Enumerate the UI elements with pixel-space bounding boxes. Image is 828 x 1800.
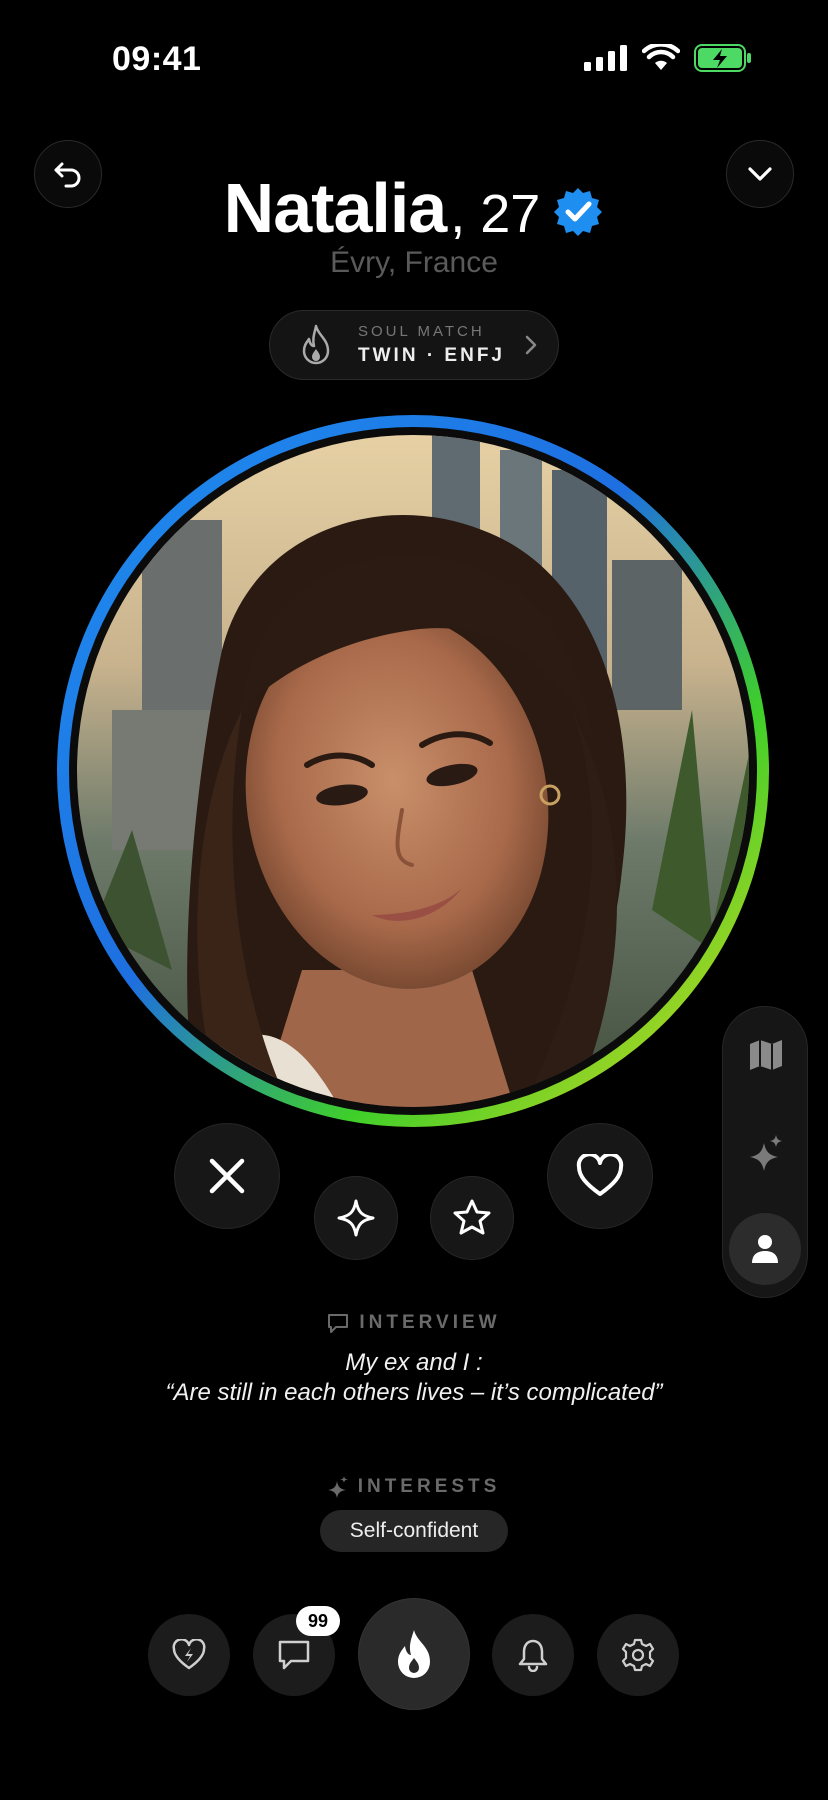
view-switcher (722, 1006, 808, 1298)
chat-icon (278, 1640, 310, 1670)
interview-section-label: INTERVIEW (0, 1312, 828, 1334)
interview-answer: “Are still in each others lives – it’s c… (165, 1379, 663, 1406)
map-view-button[interactable] (723, 1039, 809, 1071)
nav-discover-button[interactable] (358, 1598, 470, 1710)
soul-match-value: TWIN · ENFJ (358, 345, 505, 366)
sparkle-icon (337, 1199, 375, 1237)
pass-button[interactable] (174, 1123, 280, 1229)
profile-photo[interactable] (52, 410, 774, 1132)
profile-name: Natalia (223, 169, 448, 247)
verified-badge-icon (554, 188, 603, 236)
interview-label: INTERVIEW (359, 1312, 501, 1333)
signal-icon (584, 45, 627, 71)
profile-view-button[interactable] (729, 1213, 801, 1285)
interview-prompt: My ex and I : (345, 1349, 483, 1376)
heart-icon (576, 1154, 624, 1196)
star-icon (453, 1199, 491, 1235)
nav-settings-button[interactable] (597, 1614, 679, 1696)
super-like-button[interactable] (430, 1176, 514, 1260)
messages-badge: 99 (296, 1606, 340, 1636)
nav-notifications-button[interactable] (492, 1614, 574, 1696)
chevron-right-icon (525, 335, 537, 355)
wifi-icon (642, 44, 680, 70)
bell-icon (518, 1639, 548, 1672)
super-spark-button[interactable] (314, 1176, 398, 1260)
close-icon (209, 1158, 245, 1194)
sparkles-view-button[interactable] (723, 1135, 809, 1171)
interests-section-label: INTERESTS (0, 1476, 828, 1498)
status-icons (584, 44, 752, 72)
heart-bolt-icon (172, 1639, 206, 1670)
person-icon (752, 1235, 778, 1263)
interests-label: INTERESTS (357, 1476, 501, 1497)
sparkles-small-icon (327, 1476, 348, 1498)
soul-match-label: SOUL MATCH (358, 323, 485, 340)
like-button[interactable] (547, 1123, 653, 1229)
gear-icon (621, 1638, 655, 1672)
sparkles-icon (750, 1135, 782, 1171)
profile-location: Évry, France (330, 246, 498, 279)
profile-header: Natalia , 27 (0, 168, 828, 248)
flame-icon (398, 1630, 430, 1678)
interest-chip[interactable]: Self-confident (320, 1510, 508, 1552)
status-time: 09:41 (112, 40, 202, 78)
nav-matches-button[interactable] (148, 1614, 230, 1696)
flame-outline-icon (302, 324, 330, 365)
profile-age: , 27 (450, 184, 541, 244)
map-icon (750, 1040, 782, 1070)
battery-icon (694, 44, 751, 72)
chat-bubble-icon (328, 1314, 349, 1333)
soul-match-pill[interactable]: SOUL MATCH TWIN · ENFJ (269, 310, 559, 380)
